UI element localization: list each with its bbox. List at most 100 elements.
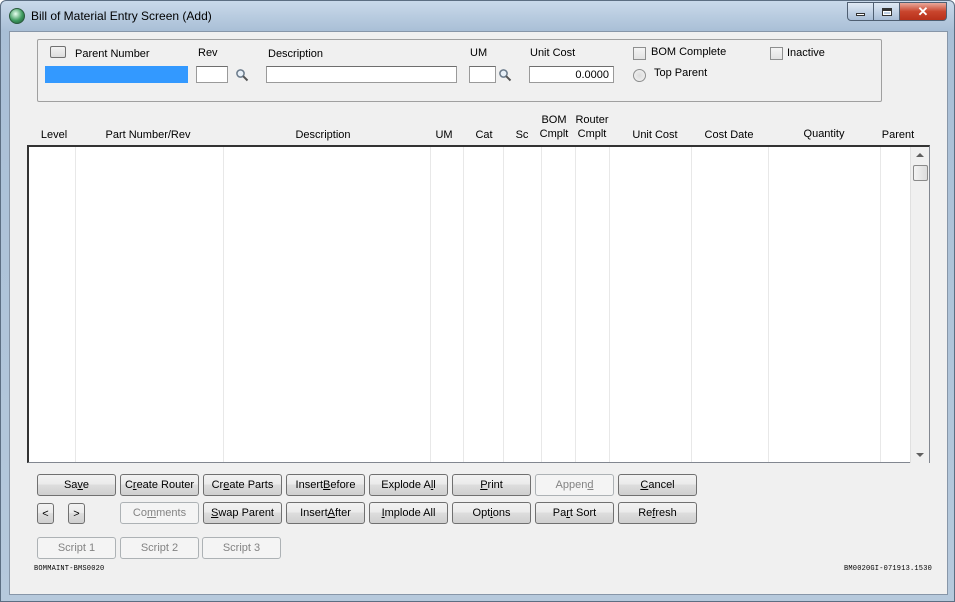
insert-before-button[interactable]: Insert Before bbox=[286, 474, 365, 496]
parent-info-group: Parent Number Rev Description UM Unit Co… bbox=[37, 39, 882, 102]
button-label: fter bbox=[334, 507, 351, 519]
button-label: efore bbox=[330, 479, 356, 491]
implode-all-button[interactable]: Implode All bbox=[369, 502, 448, 524]
parent-number-input[interactable] bbox=[45, 66, 188, 83]
footer-screen-id: BOMMAINT-BMS0020 bbox=[34, 565, 105, 573]
button-label: ate Parts bbox=[229, 479, 274, 491]
um-search-icon[interactable] bbox=[498, 68, 512, 82]
script-2-button[interactable]: Script 2 bbox=[120, 537, 199, 559]
button-label: e bbox=[82, 479, 90, 491]
scroll-down-arrow-icon[interactable] bbox=[916, 453, 924, 457]
button-label: Pa bbox=[552, 507, 567, 519]
app-icon bbox=[9, 8, 25, 24]
append-button[interactable]: Appen d bbox=[535, 474, 614, 496]
button-label: Sa bbox=[63, 479, 78, 491]
button-label: > bbox=[73, 507, 80, 520]
column-header-level[interactable]: Level bbox=[39, 128, 69, 142]
grid-vertical-scrollbar[interactable] bbox=[910, 147, 929, 463]
grid-column-bom-cmplt bbox=[542, 147, 576, 462]
column-header-unit-cost[interactable]: Unit Cost bbox=[620, 128, 690, 142]
rev-search-icon[interactable] bbox=[235, 68, 249, 82]
column-header-sc[interactable]: Sc bbox=[510, 128, 534, 142]
previous-button[interactable]: < bbox=[37, 503, 54, 524]
column-header-text: Quantity bbox=[803, 128, 845, 140]
close-button[interactable]: ✕ bbox=[899, 2, 947, 21]
column-header-text: BOM bbox=[541, 114, 567, 126]
title-bar[interactable]: Bill of Material Entry Screen (Add) ✕ bbox=[1, 1, 954, 31]
swap-parent-button[interactable]: Swap Parent bbox=[203, 502, 282, 524]
grid-column-description bbox=[224, 147, 431, 462]
column-header-cat[interactable]: Cat bbox=[471, 128, 497, 142]
scroll-up-arrow-icon[interactable] bbox=[916, 153, 924, 157]
button-label: < bbox=[42, 507, 49, 520]
column-header-text: Sc bbox=[515, 129, 529, 141]
inactive-checkbox[interactable] bbox=[770, 47, 783, 60]
maximize-icon bbox=[881, 7, 892, 16]
column-header-cost-date[interactable]: Cost Date bbox=[694, 128, 764, 142]
grid-column-level bbox=[29, 147, 76, 462]
minimize-button[interactable] bbox=[847, 2, 874, 21]
grid-column-unit-cost bbox=[610, 147, 692, 462]
column-header-text: Router bbox=[575, 114, 609, 126]
script-1-button[interactable]: Script 1 bbox=[37, 537, 116, 559]
print-button[interactable]: Print bbox=[452, 474, 531, 496]
grid-column-cost-date bbox=[692, 147, 769, 462]
create-router-button[interactable]: Cr eate Router bbox=[120, 474, 199, 496]
um-label: UM bbox=[470, 47, 488, 59]
column-header-text: Cmplt bbox=[539, 128, 569, 140]
description-input[interactable] bbox=[266, 66, 457, 83]
description-label: Description bbox=[268, 48, 324, 60]
column-header-parent[interactable]: Parent bbox=[876, 128, 920, 142]
grid-column-sc bbox=[504, 147, 542, 462]
column-header-text: Cat bbox=[475, 129, 493, 141]
column-header-um[interactable]: UM bbox=[432, 128, 456, 142]
column-header-description[interactable]: Description bbox=[273, 128, 373, 142]
column-header-text: Level bbox=[40, 129, 68, 141]
um-input[interactable] bbox=[469, 66, 496, 83]
grid-column-cat bbox=[464, 147, 504, 462]
explode-all-button[interactable]: Explode All bbox=[369, 474, 448, 496]
button-label: m bbox=[146, 507, 157, 519]
column-header-router-cmplt[interactable]: Router Cmplt bbox=[572, 113, 612, 141]
save-button[interactable]: Sa v e bbox=[37, 474, 116, 496]
column-header-text: Description bbox=[295, 129, 351, 141]
button-label: C bbox=[124, 479, 133, 491]
parent-lookup-button[interactable] bbox=[50, 46, 66, 58]
maximize-button[interactable] bbox=[873, 2, 900, 21]
button-label: ons bbox=[492, 507, 511, 519]
comments-button[interactable]: Co m ments bbox=[120, 502, 199, 524]
create-parts-button[interactable]: Cr e ate Parts bbox=[203, 474, 282, 496]
button-label: Co bbox=[132, 507, 147, 519]
button-label: d bbox=[587, 479, 594, 491]
column-header-bom-cmplt[interactable]: BOM Cmplt bbox=[537, 113, 571, 141]
rev-input[interactable] bbox=[196, 66, 228, 83]
button-label: t Sort bbox=[569, 507, 597, 519]
column-header-text: Unit Cost bbox=[632, 129, 678, 141]
button-label: Appen bbox=[555, 479, 588, 491]
column-header-part-number[interactable]: Part Number/Rev bbox=[98, 128, 198, 142]
insert-after-button[interactable]: Insert After bbox=[286, 502, 365, 524]
button-label: Re bbox=[638, 507, 653, 519]
options-button[interactable]: Opt i ons bbox=[452, 502, 531, 524]
refresh-button[interactable]: Re f resh bbox=[618, 502, 697, 524]
button-label: Insert bbox=[300, 507, 328, 519]
cancel-button[interactable]: Cancel bbox=[618, 474, 697, 496]
column-header-text: UM bbox=[435, 129, 453, 141]
column-header-quantity[interactable]: Quantity bbox=[789, 127, 859, 141]
next-button[interactable]: > bbox=[68, 503, 85, 524]
top-parent-radio[interactable] bbox=[633, 69, 646, 82]
grid-column-um bbox=[431, 147, 464, 462]
unit-cost-input[interactable]: 0.0000 bbox=[529, 66, 614, 83]
client-area: Parent Number Rev Description UM Unit Co… bbox=[9, 31, 948, 595]
bom-complete-checkbox[interactable] bbox=[633, 47, 646, 60]
application-window: Bill of Material Entry Screen (Add) ✕ Pa… bbox=[0, 0, 955, 602]
button-label: resh bbox=[655, 507, 677, 519]
bom-grid[interactable] bbox=[27, 145, 930, 463]
script-3-button[interactable]: Script 3 bbox=[202, 537, 281, 559]
button-label: eate Router bbox=[136, 479, 195, 491]
part-sort-button[interactable]: Pa r t Sort bbox=[535, 502, 614, 524]
window-title: Bill of Material Entry Screen (Add) bbox=[31, 9, 212, 23]
button-label: P bbox=[480, 479, 488, 491]
grid-column-quantity bbox=[769, 147, 881, 462]
scrollbar-thumb[interactable] bbox=[913, 165, 928, 181]
